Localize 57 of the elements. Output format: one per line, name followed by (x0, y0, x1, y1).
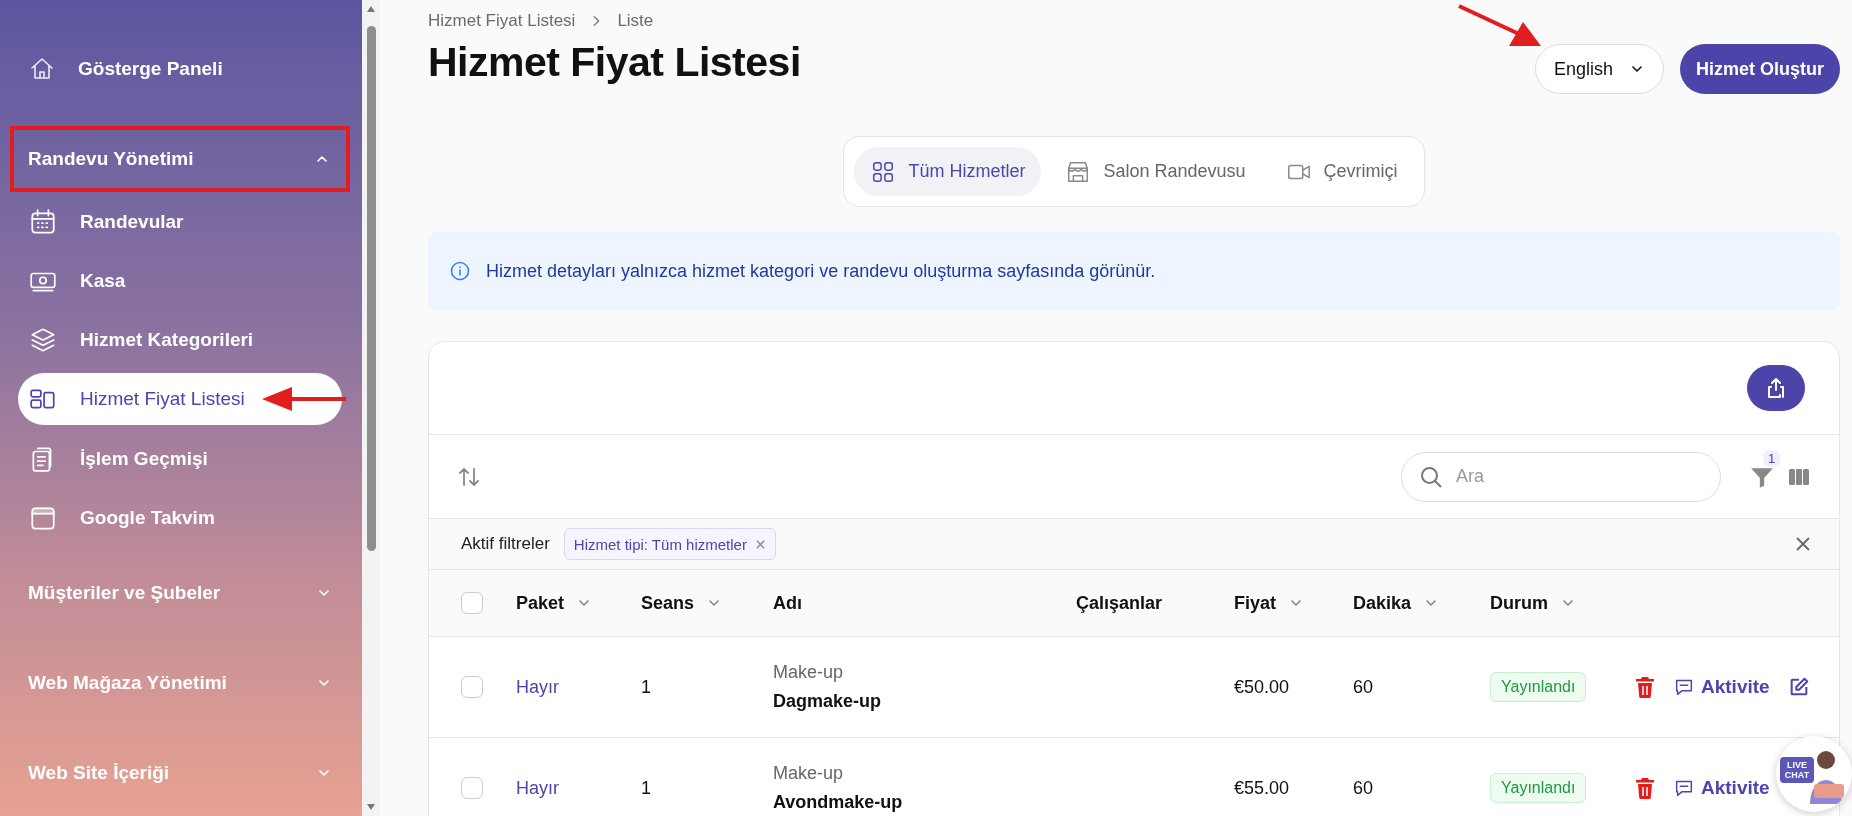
export-button[interactable] (1747, 365, 1805, 411)
calendar-icon (28, 206, 58, 237)
activity-link[interactable]: Aktivite (1673, 676, 1770, 698)
info-text: Hizmet detayları yalnızca hizmet kategori ve randevu oluşturma sayfasında görünür. (486, 260, 1156, 282)
page-title: Hizmet Fiyat Listesi (428, 39, 801, 86)
column-header[interactable]: Seans (641, 592, 773, 614)
trash-icon[interactable] (1635, 676, 1655, 698)
status-badge: Yayınlandı (1490, 672, 1587, 702)
service-name: Avondmake-up (773, 792, 903, 813)
active-filters-label: Aktif filtreler (461, 534, 550, 554)
filter-tab[interactable]: Çevrimiçi (1269, 147, 1414, 196)
search-icon (1419, 464, 1443, 489)
filter-chip[interactable]: Hizmet tipi: Tüm hizmetler (563, 528, 776, 560)
sidebar-item[interactable]: Hizmet Fiyat Listesi (18, 373, 342, 426)
scroll-up-icon[interactable] (366, 5, 376, 13)
sidebar-item[interactable]: Gösterge Paneli (0, 39, 362, 99)
column-header[interactable]: Fiyat (1234, 592, 1353, 614)
sidebar-item[interactable]: Randevular (0, 192, 362, 252)
sidebar-item[interactable]: Hizmet Kategorileri (0, 310, 362, 370)
service-category: Make-up (773, 662, 844, 683)
column-header[interactable]: Durum (1490, 592, 1635, 614)
scroll-down-icon[interactable] (366, 803, 376, 811)
package-value[interactable]: Hayır (516, 777, 559, 799)
live-chat-label: LIVE CHAT (1780, 757, 1814, 783)
status-badge: Yayınlandı (1490, 773, 1587, 803)
language-select[interactable]: English (1534, 44, 1664, 94)
minutes-value: 60 (1353, 676, 1374, 698)
price-value: €50.00 (1234, 676, 1290, 698)
service-category: Make-up (773, 763, 844, 784)
info-icon (450, 261, 470, 281)
scrollbar-thumb[interactable] (367, 26, 376, 551)
activity-link[interactable]: Aktivite (1673, 777, 1770, 799)
price-value: €55.00 (1234, 777, 1290, 799)
close-icon[interactable] (1795, 536, 1811, 552)
create-service-button[interactable]: Hizmet Oluştur (1680, 44, 1840, 94)
filter-count-badge: 1 (1763, 449, 1781, 467)
sessions-value: 1 (641, 676, 651, 698)
sidebar-group-header[interactable]: Randevu Yönetimi (10, 126, 350, 192)
column-header[interactable]: Dakika (1353, 592, 1490, 614)
close-icon[interactable] (754, 538, 766, 550)
service-name: Dagmake-up (773, 691, 882, 712)
search-field[interactable]: Ara (1401, 451, 1721, 502)
sessions-value: 1 (641, 777, 651, 799)
column-header[interactable]: Paket (516, 592, 641, 614)
sidebar-item[interactable]: Kasa (0, 251, 362, 311)
checkbox[interactable] (461, 777, 483, 799)
checkbox[interactable] (461, 676, 483, 698)
filter-tab[interactable]: Tüm Hizmetler (854, 147, 1042, 196)
breadcrumb-item[interactable]: Hizmet Fiyat Listesi (428, 11, 576, 31)
filter-tab[interactable]: Salon Randevusu (1049, 147, 1262, 196)
trash-icon[interactable] (1635, 777, 1655, 799)
breadcrumb-item: Liste (617, 11, 654, 31)
package-value[interactable]: Hayır (516, 676, 559, 698)
minutes-value: 60 (1353, 777, 1374, 799)
checkbox[interactable] (461, 592, 483, 614)
column-header: Adı (773, 592, 803, 614)
column-header: Çalışanlar (1076, 592, 1164, 614)
